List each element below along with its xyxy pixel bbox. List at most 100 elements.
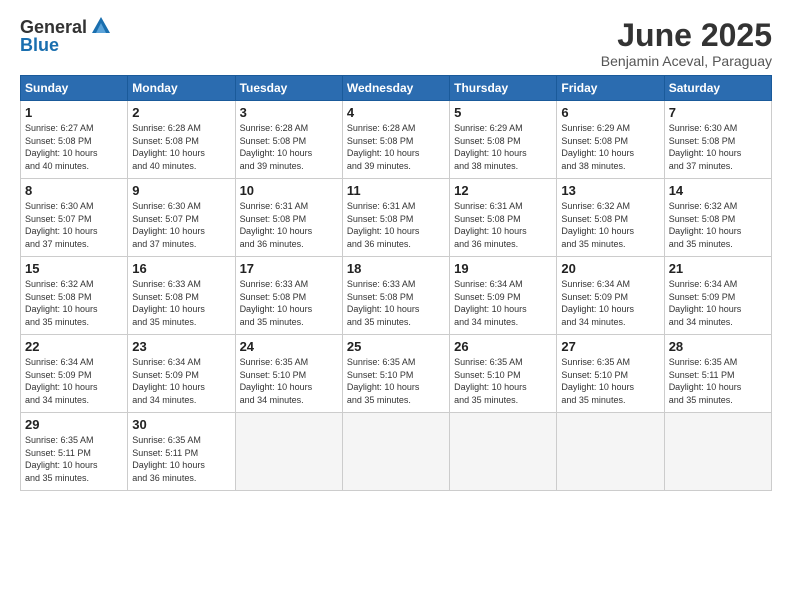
day-info: Sunrise: 6:34 AM Sunset: 5:09 PM Dayligh… bbox=[454, 278, 552, 328]
day-number: 17 bbox=[240, 261, 338, 276]
col-monday: Monday bbox=[128, 76, 235, 101]
day-number: 28 bbox=[669, 339, 767, 354]
calendar-title: June 2025 bbox=[601, 18, 772, 53]
calendar-table: Sunday Monday Tuesday Wednesday Thursday… bbox=[20, 75, 772, 491]
table-row: 17 Sunrise: 6:33 AM Sunset: 5:08 PM Dayli… bbox=[235, 257, 342, 335]
table-row: 9Sunrise: 6:30 AM Sunset: 5:07 PM Daylig… bbox=[128, 179, 235, 257]
table-row: 27 Sunrise: 6:35 AM Sunset: 5:10 PM Dayli… bbox=[557, 335, 664, 413]
day-number: 4 bbox=[347, 105, 445, 120]
table-row: 11 Sunrise: 6:31 AM Sunset: 5:08 PM Dayli… bbox=[342, 179, 449, 257]
day-number: 10 bbox=[240, 183, 338, 198]
day-info: Sunrise: 6:32 AM Sunset: 5:08 PM Dayligh… bbox=[669, 200, 767, 250]
col-thursday: Thursday bbox=[450, 76, 557, 101]
day-info: Sunrise: 6:30 AM Sunset: 5:08 PM Dayligh… bbox=[669, 122, 767, 172]
day-info: Sunrise: 6:28 AM Sunset: 5:08 PM Dayligh… bbox=[347, 122, 445, 172]
day-info: Sunrise: 6:31 AM Sunset: 5:08 PM Dayligh… bbox=[454, 200, 552, 250]
day-number: 14 bbox=[669, 183, 767, 198]
table-row: 22 Sunrise: 6:34 AM Sunset: 5:09 PM Dayli… bbox=[21, 335, 128, 413]
table-row: 25Sunrise: 6:35 AM Sunset: 5:10 PM Dayli… bbox=[342, 335, 449, 413]
day-number: 18 bbox=[347, 261, 445, 276]
title-block: June 2025 Benjamin Aceval, Paraguay bbox=[601, 18, 772, 69]
day-number: 30 bbox=[132, 417, 230, 432]
day-number: 9 bbox=[132, 183, 230, 198]
day-info: Sunrise: 6:31 AM Sunset: 5:08 PM Dayligh… bbox=[240, 200, 338, 250]
day-info: Sunrise: 6:32 AM Sunset: 5:08 PM Dayligh… bbox=[561, 200, 659, 250]
day-info: Sunrise: 6:31 AM Sunset: 5:08 PM Dayligh… bbox=[347, 200, 445, 250]
table-row: 28 Sunrise: 6:35 AM Sunset: 5:11 PM Dayli… bbox=[664, 335, 771, 413]
calendar-page: General Blue June 2025 Benjamin Aceval, … bbox=[0, 0, 792, 501]
table-row: 6 Sunrise: 6:29 AM Sunset: 5:08 PM Daylig… bbox=[557, 101, 664, 179]
header: General Blue June 2025 Benjamin Aceval, … bbox=[20, 18, 772, 69]
day-info: Sunrise: 6:29 AM Sunset: 5:08 PM Dayligh… bbox=[561, 122, 659, 172]
day-number: 22 bbox=[25, 339, 123, 354]
col-wednesday: Wednesday bbox=[342, 76, 449, 101]
table-row: 13 Sunrise: 6:32 AM Sunset: 5:08 PM Dayli… bbox=[557, 179, 664, 257]
table-row: 1 Sunrise: 6:27 AM Sunset: 5:08 PM Daylig… bbox=[21, 101, 128, 179]
day-number: 1 bbox=[25, 105, 123, 120]
day-info: Sunrise: 6:35 AM Sunset: 5:10 PM Dayligh… bbox=[561, 356, 659, 406]
day-info: Sunrise: 6:35 AM Sunset: 5:11 PM Dayligh… bbox=[669, 356, 767, 406]
day-info: Sunrise: 6:33 AM Sunset: 5:08 PM Dayligh… bbox=[240, 278, 338, 328]
table-row: 21 Sunrise: 6:34 AM Sunset: 5:09 PM Dayli… bbox=[664, 257, 771, 335]
day-info: Sunrise: 6:34 AM Sunset: 5:09 PM Dayligh… bbox=[132, 356, 230, 406]
table-row bbox=[664, 413, 771, 491]
table-row: 20 Sunrise: 6:34 AM Sunset: 5:09 PM Dayli… bbox=[557, 257, 664, 335]
day-info: Sunrise: 6:30 AM Sunset: 5:07 PM Dayligh… bbox=[25, 200, 123, 250]
table-row: 16 Sunrise: 6:33 AM Sunset: 5:08 PM Dayli… bbox=[128, 257, 235, 335]
day-number: 26 bbox=[454, 339, 552, 354]
day-info: Sunrise: 6:34 AM Sunset: 5:09 PM Dayligh… bbox=[561, 278, 659, 328]
day-info: Sunrise: 6:33 AM Sunset: 5:08 PM Dayligh… bbox=[132, 278, 230, 328]
day-number: 2 bbox=[132, 105, 230, 120]
table-row: 29 Sunrise: 6:35 AM Sunset: 5:11 PM Dayli… bbox=[21, 413, 128, 491]
day-info: Sunrise: 6:28 AM Sunset: 5:08 PM Dayligh… bbox=[240, 122, 338, 172]
day-info: Sunrise: 6:35 AM Sunset: 5:11 PM Dayligh… bbox=[132, 434, 230, 484]
day-number: 16 bbox=[132, 261, 230, 276]
table-row: 10 Sunrise: 6:31 AM Sunset: 5:08 PM Dayli… bbox=[235, 179, 342, 257]
col-tuesday: Tuesday bbox=[235, 76, 342, 101]
day-info: Sunrise: 6:32 AM Sunset: 5:08 PM Dayligh… bbox=[25, 278, 123, 328]
table-row bbox=[450, 413, 557, 491]
day-number: 8 bbox=[25, 183, 123, 198]
table-row: 26Sunrise: 6:35 AM Sunset: 5:10 PM Dayli… bbox=[450, 335, 557, 413]
day-number: 5 bbox=[454, 105, 552, 120]
day-info: Sunrise: 6:34 AM Sunset: 5:09 PM Dayligh… bbox=[25, 356, 123, 406]
day-number: 27 bbox=[561, 339, 659, 354]
table-row: 24 Sunrise: 6:35 AM Sunset: 5:10 PM Dayli… bbox=[235, 335, 342, 413]
day-number: 25 bbox=[347, 339, 445, 354]
day-number: 24 bbox=[240, 339, 338, 354]
calendar-subtitle: Benjamin Aceval, Paraguay bbox=[601, 53, 772, 69]
day-number: 23 bbox=[132, 339, 230, 354]
table-row: 4 Sunrise: 6:28 AM Sunset: 5:08 PM Daylig… bbox=[342, 101, 449, 179]
table-row: 18 Sunrise: 6:33 AM Sunset: 5:08 PM Dayli… bbox=[342, 257, 449, 335]
day-number: 21 bbox=[669, 261, 767, 276]
day-info: Sunrise: 6:29 AM Sunset: 5:08 PM Dayligh… bbox=[454, 122, 552, 172]
table-row: 14 Sunrise: 6:32 AM Sunset: 5:08 PM Dayli… bbox=[664, 179, 771, 257]
table-row: 7 Sunrise: 6:30 AM Sunset: 5:08 PM Daylig… bbox=[664, 101, 771, 179]
day-info: Sunrise: 6:35 AM Sunset: 5:11 PM Dayligh… bbox=[25, 434, 123, 484]
table-row bbox=[342, 413, 449, 491]
table-row bbox=[235, 413, 342, 491]
day-info: Sunrise: 6:34 AM Sunset: 5:09 PM Dayligh… bbox=[669, 278, 767, 328]
day-number: 6 bbox=[561, 105, 659, 120]
table-row: 12 Sunrise: 6:31 AM Sunset: 5:08 PM Dayli… bbox=[450, 179, 557, 257]
day-info: Sunrise: 6:33 AM Sunset: 5:08 PM Dayligh… bbox=[347, 278, 445, 328]
table-row: 23 Sunrise: 6:34 AM Sunset: 5:09 PM Dayli… bbox=[128, 335, 235, 413]
day-number: 13 bbox=[561, 183, 659, 198]
logo-icon bbox=[90, 15, 112, 37]
table-row: 3Sunrise: 6:28 AM Sunset: 5:08 PM Daylig… bbox=[235, 101, 342, 179]
day-number: 29 bbox=[25, 417, 123, 432]
day-number: 7 bbox=[669, 105, 767, 120]
table-row: 19 Sunrise: 6:34 AM Sunset: 5:09 PM Dayli… bbox=[450, 257, 557, 335]
day-number: 11 bbox=[347, 183, 445, 198]
day-number: 20 bbox=[561, 261, 659, 276]
table-row: 2 Sunrise: 6:28 AM Sunset: 5:08 PM Daylig… bbox=[128, 101, 235, 179]
table-row: 8 Sunrise: 6:30 AM Sunset: 5:07 PM Daylig… bbox=[21, 179, 128, 257]
day-number: 19 bbox=[454, 261, 552, 276]
day-number: 15 bbox=[25, 261, 123, 276]
col-saturday: Saturday bbox=[664, 76, 771, 101]
day-info: Sunrise: 6:35 AM Sunset: 5:10 PM Dayligh… bbox=[240, 356, 338, 406]
day-info: Sunrise: 6:28 AM Sunset: 5:08 PM Dayligh… bbox=[132, 122, 230, 172]
logo: General Blue bbox=[20, 18, 112, 56]
day-info: Sunrise: 6:27 AM Sunset: 5:08 PM Dayligh… bbox=[25, 122, 123, 172]
day-number: 12 bbox=[454, 183, 552, 198]
